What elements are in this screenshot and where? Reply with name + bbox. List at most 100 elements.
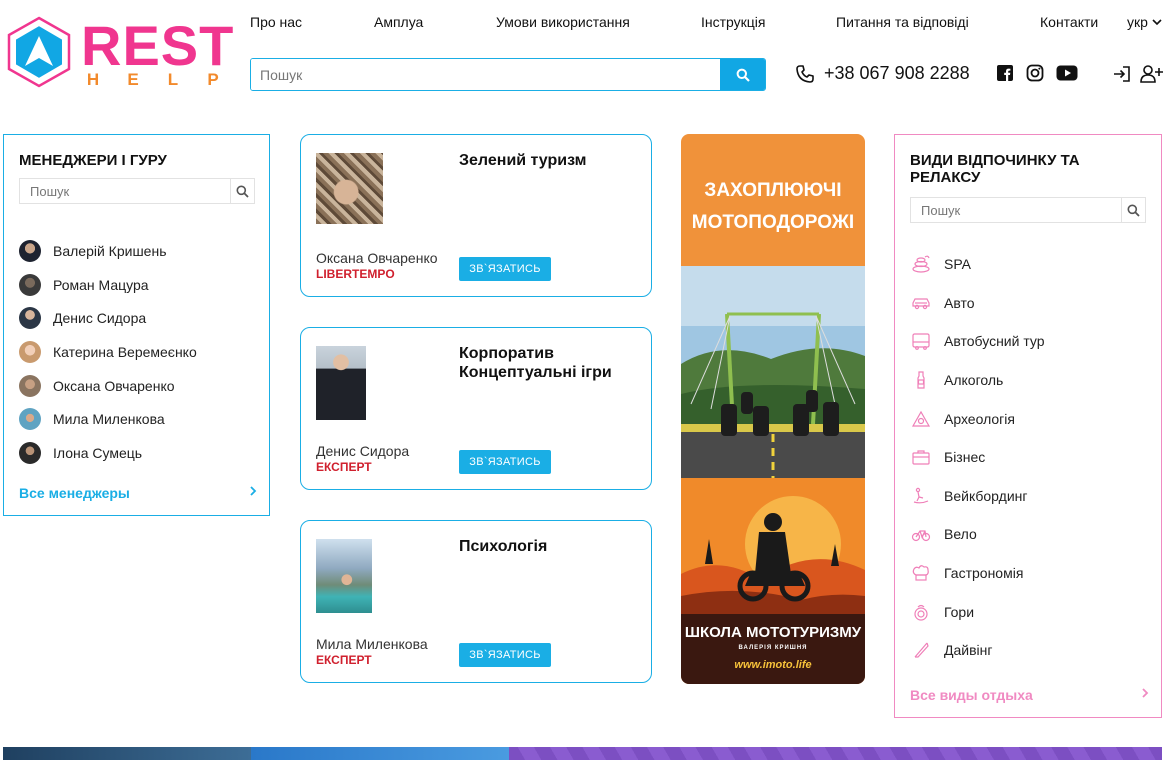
diving-icon xyxy=(910,639,932,661)
type-label: SPA xyxy=(944,256,971,273)
nav-instructions[interactable]: Інструкція xyxy=(701,14,766,30)
briefcase-icon xyxy=(910,446,932,468)
type-item-business[interactable]: Бізнес xyxy=(910,438,1045,477)
phone-number: +38 067 908 2288 xyxy=(824,63,970,83)
logo[interactable]: REST H E L P xyxy=(3,14,233,90)
social-links xyxy=(996,64,1078,82)
expert-photo xyxy=(316,539,372,613)
mountain-icon xyxy=(910,601,932,623)
type-item-auto[interactable]: Авто xyxy=(910,284,1045,323)
main-search xyxy=(250,58,766,91)
type-label: Алкоголь xyxy=(944,372,1004,389)
top-nav: Про нас Амплуа Умови використання Інстру… xyxy=(250,14,1162,32)
expert-photo xyxy=(316,346,366,420)
manager-item[interactable]: Оксана Овчаренко xyxy=(19,369,197,403)
nav-contacts[interactable]: Контакти xyxy=(1040,14,1098,30)
ad-banner[interactable]: ЗАХОПЛЮЮЧІ МОТОПОДОРОЖІ ШКОЛА МОТОТУРИЗМ… xyxy=(681,134,865,684)
youtube-icon[interactable] xyxy=(1056,65,1078,81)
manager-item[interactable]: Роман Мацура xyxy=(19,268,197,302)
type-item-bus[interactable]: Автобусний тур xyxy=(910,322,1045,361)
avatar xyxy=(19,239,41,262)
ad-url: www.imoto.life xyxy=(734,659,811,671)
vacation-types-title: ВИДИ ВІДПОЧИНКУ ТА РЕЛАКСУ xyxy=(910,152,1080,186)
language-selector[interactable]: укр xyxy=(1127,14,1162,30)
managers-search xyxy=(19,178,255,204)
ad-headline-1: ЗАХОПЛЮЮЧІ xyxy=(704,180,841,201)
manager-name: Мила Миленкова xyxy=(53,411,165,428)
type-item-archaeology[interactable]: Археологія xyxy=(910,399,1045,438)
phone-contact[interactable]: +38 067 908 2288 xyxy=(795,63,970,84)
manager-item[interactable]: Ілона Сумець xyxy=(19,436,197,470)
bottom-banner[interactable] xyxy=(251,747,509,760)
register-icon[interactable] xyxy=(1140,64,1164,84)
type-item-wakeboarding[interactable]: Вейкбординг xyxy=(910,477,1045,516)
card-title: Зелений туризм xyxy=(459,152,587,169)
managers-search-input[interactable] xyxy=(20,179,230,203)
type-label: Автобусний тур xyxy=(944,333,1045,350)
avatar xyxy=(19,307,41,330)
search-input[interactable] xyxy=(251,59,720,90)
bottom-banner-strip xyxy=(3,747,1162,760)
expert-card: Корпоратив Концептуальні ігри Денис Сидо… xyxy=(300,327,652,490)
manager-item[interactable]: Денис Сидора xyxy=(19,301,197,335)
account-actions xyxy=(1112,64,1164,84)
archaeology-icon xyxy=(910,408,932,430)
types-search-button[interactable] xyxy=(1121,198,1145,222)
types-search-input[interactable] xyxy=(911,198,1121,222)
logo-hexagon-icon xyxy=(7,16,71,88)
ad-banner-graphic: ЗАХОПЛЮЮЧІ МОТОПОДОРОЖІ ШКОЛА МОТОТУРИЗМ… xyxy=(681,134,865,684)
all-managers-link[interactable]: Все менеджеры xyxy=(19,485,130,501)
contact-button[interactable]: ЗВ`ЯЗАТИСЬ xyxy=(459,257,551,281)
chevron-right-icon[interactable] xyxy=(249,485,257,497)
managers-list: Валерій Кришень Роман Мацура Денис Сидор… xyxy=(19,234,197,470)
nav-faq[interactable]: Питання та відповіді xyxy=(836,14,969,30)
type-label: Гори xyxy=(944,603,975,620)
instagram-icon[interactable] xyxy=(1026,64,1044,82)
login-icon[interactable] xyxy=(1112,65,1132,83)
logo-subtext: H E L P xyxy=(86,70,219,89)
type-item-alcohol[interactable]: Алкоголь xyxy=(910,361,1045,400)
logo-text: REST xyxy=(81,14,235,77)
spa-icon xyxy=(910,253,932,275)
managers-search-button[interactable] xyxy=(230,179,254,203)
language-label: укр xyxy=(1127,14,1148,30)
contact-button[interactable]: ЗВ`ЯЗАТИСЬ xyxy=(459,643,551,667)
type-label: Вейкбординг xyxy=(944,487,1028,504)
card-title: Корпоратив Концептуальні ігри xyxy=(459,345,612,381)
all-vacation-types-link[interactable]: Все виды отдыха xyxy=(910,687,1033,703)
car-icon xyxy=(910,292,932,314)
facebook-icon[interactable] xyxy=(996,64,1014,82)
type-item-mountains[interactable]: Гори xyxy=(910,592,1045,631)
type-label: Археологія xyxy=(944,410,1015,427)
avatar xyxy=(19,374,41,397)
ad-subtitle: ВАЛЕРІЯ КРИШНЯ xyxy=(739,645,808,651)
type-label: Вело xyxy=(944,526,977,543)
manager-item[interactable]: Мила Миленкова xyxy=(19,402,197,436)
type-item-bike[interactable]: Вело xyxy=(910,515,1045,554)
avatar xyxy=(19,340,41,363)
bottom-banner[interactable] xyxy=(3,747,251,760)
expert-name: Мила Миленкова xyxy=(316,636,428,652)
manager-item[interactable]: Валерій Кришень xyxy=(19,234,197,268)
nav-roles[interactable]: Амплуа xyxy=(374,14,423,30)
ad-headline-2: МОТОПОДОРОЖІ xyxy=(692,212,854,233)
search-button[interactable] xyxy=(720,59,765,90)
search-icon xyxy=(236,185,249,198)
expert-name: Денис Сидора xyxy=(316,443,410,459)
manager-name: Катерина Веремеєнко xyxy=(53,343,197,360)
manager-name: Валерій Кришень xyxy=(53,242,167,259)
type-item-gastronomy[interactable]: Гастрономія xyxy=(910,554,1045,593)
bottom-banner[interactable] xyxy=(509,747,1162,760)
chevron-right-icon[interactable] xyxy=(1141,687,1149,699)
type-label: Гастрономія xyxy=(944,565,1024,582)
contact-button[interactable]: ЗВ`ЯЗАТИСЬ xyxy=(459,450,551,474)
vacation-types-list: SPA Авто Автобусний тур Алкоголь Археоло… xyxy=(910,245,1045,670)
type-item-spa[interactable]: SPA xyxy=(910,245,1045,284)
manager-item[interactable]: Катерина Веремеєнко xyxy=(19,335,197,369)
nav-terms[interactable]: Умови використання xyxy=(496,14,630,30)
type-item-diving[interactable]: Дайвінг xyxy=(910,631,1045,670)
chef-hat-icon xyxy=(910,562,932,584)
manager-name: Оксана Овчаренко xyxy=(53,377,175,394)
nav-about[interactable]: Про нас xyxy=(250,14,302,30)
bus-icon xyxy=(910,330,932,352)
